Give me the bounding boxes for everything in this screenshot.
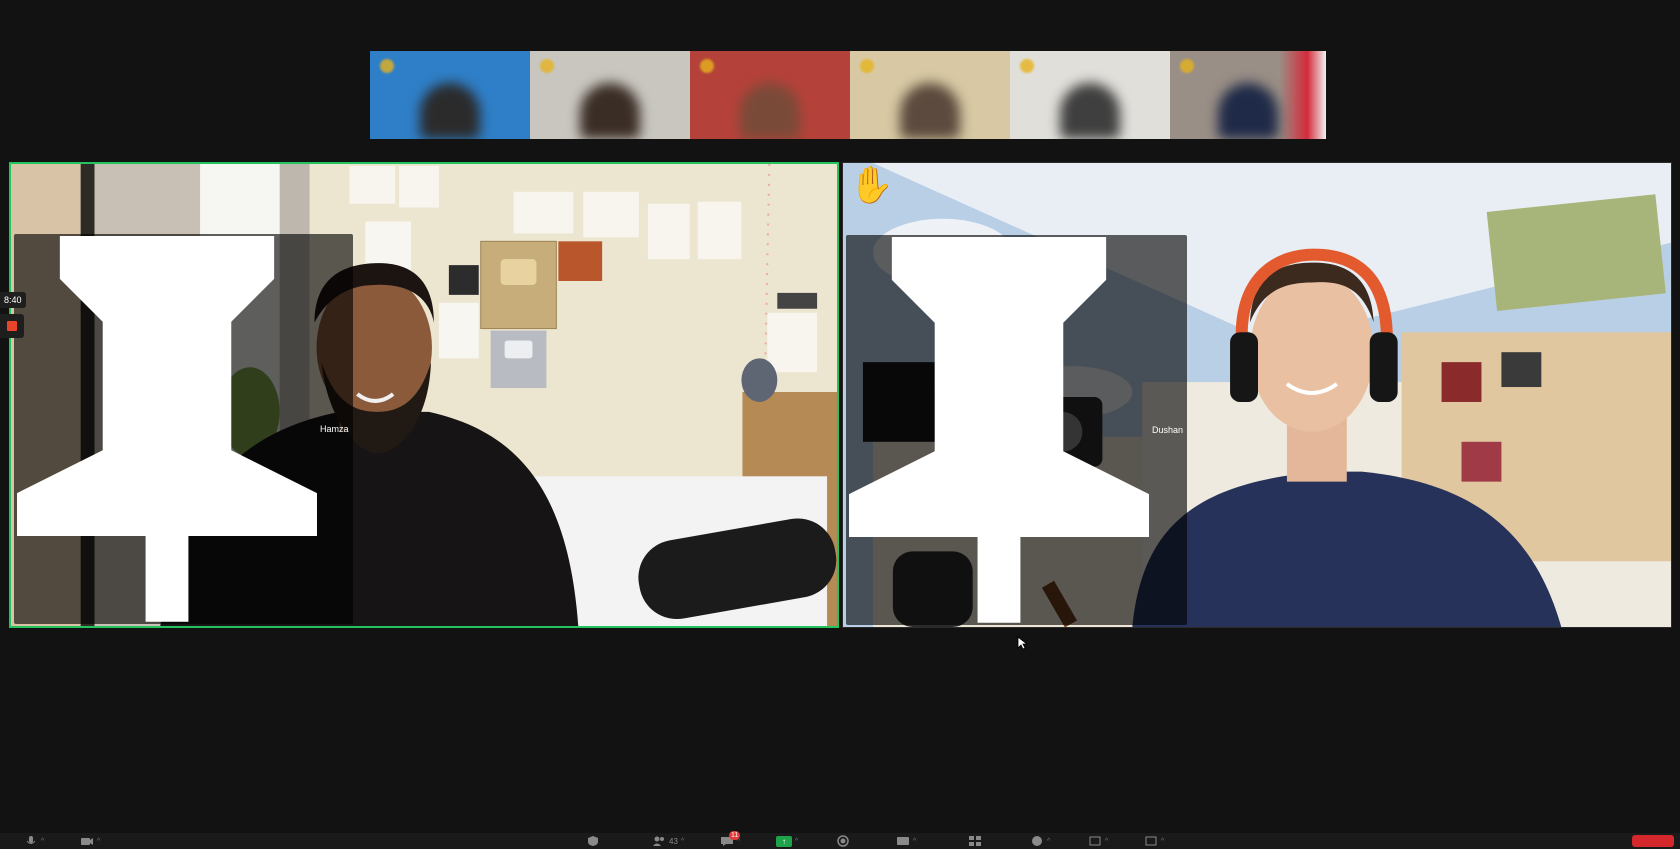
chevron-up-icon[interactable]: ^ (681, 838, 684, 845)
participant-name-tag: Dushan (846, 235, 1188, 625)
video-tile-dushan[interactable]: ✋ Dushan (842, 162, 1672, 628)
microphone-icon (26, 836, 36, 844)
participant-thumbnail[interactable] (370, 51, 530, 139)
apps-icon (1089, 836, 1101, 846)
hand-icon (540, 59, 554, 73)
apps-button[interactable]: ^ (1088, 834, 1108, 848)
meeting-toolbar: ^ ^ 43 ^ 11 ^ ↑ ^ ^ ^ ^ ^ (0, 831, 1680, 849)
participant-thumbnail[interactable] (690, 51, 850, 139)
participants-icon (653, 836, 664, 846)
pin-icon (17, 236, 317, 622)
breakout-rooms-icon (969, 836, 981, 846)
participant-thumbnail[interactable] (850, 51, 1010, 139)
hand-icon (860, 59, 874, 73)
hand-icon (380, 59, 394, 73)
stop-icon (7, 321, 17, 331)
chevron-up-icon[interactable]: ^ (795, 838, 798, 845)
breakout-rooms-button[interactable] (968, 834, 982, 848)
shield-icon (588, 836, 598, 846)
whiteboard-button[interactable]: ^ (1144, 834, 1164, 848)
mouse-cursor-icon (1017, 636, 1027, 650)
participant-name: Hamza (319, 424, 349, 435)
participant-name-tag: Hamza (14, 234, 353, 624)
mute-button[interactable]: ^ (24, 834, 44, 848)
captions-button[interactable]: ^ (896, 834, 916, 848)
participant-thumbnail[interactable] (1010, 51, 1170, 139)
chevron-up-icon[interactable]: ^ (41, 838, 44, 845)
share-screen-button[interactable]: ↑ ^ (776, 834, 798, 848)
raised-hand-reaction: ✋ (849, 164, 894, 205)
zoom-meeting-window: Hamza ✋ Dushan 8:40 ^ ^ 43 ^ 11 ^ ↑ ^ ^ … (0, 0, 1680, 849)
reactions-icon (1032, 836, 1042, 846)
hand-icon (1020, 59, 1034, 73)
unread-badge: 11 (729, 831, 741, 840)
participants-count: 43 (669, 836, 678, 846)
hand-icon (700, 59, 714, 73)
chevron-up-icon[interactable]: ^ (913, 838, 916, 845)
chevron-up-icon[interactable]: ^ (1161, 838, 1164, 845)
participants-button[interactable]: 43 ^ (652, 834, 684, 848)
reactions-button[interactable]: ^ (1030, 834, 1050, 848)
record-icon (837, 835, 849, 847)
pin-icon (849, 237, 1149, 623)
participant-thumbnail[interactable] (530, 51, 690, 139)
participant-name: Dushan (1151, 425, 1184, 436)
video-tile-hamza[interactable]: Hamza (9, 162, 839, 628)
end-meeting-button[interactable] (1632, 835, 1674, 847)
share-screen-icon: ↑ (776, 835, 792, 847)
stop-recording-button[interactable] (0, 314, 24, 338)
video-button[interactable]: ^ (80, 834, 100, 848)
chevron-up-icon[interactable]: ^ (97, 838, 100, 845)
chat-button[interactable]: 11 ^ (720, 831, 741, 848)
hand-icon (1180, 59, 1194, 73)
closed-captions-icon (897, 837, 909, 845)
camera-icon (81, 838, 93, 845)
record-button[interactable] (836, 834, 850, 848)
chevron-up-icon[interactable]: ^ (1105, 838, 1108, 845)
chevron-up-icon[interactable]: ^ (1047, 838, 1050, 845)
participant-thumbnail[interactable] (1170, 51, 1326, 139)
recording-timer: 8:40 (0, 292, 26, 308)
participant-thumbnail-strip[interactable] (370, 51, 1326, 139)
security-button[interactable] (586, 834, 600, 848)
whiteboard-icon (1145, 836, 1157, 846)
